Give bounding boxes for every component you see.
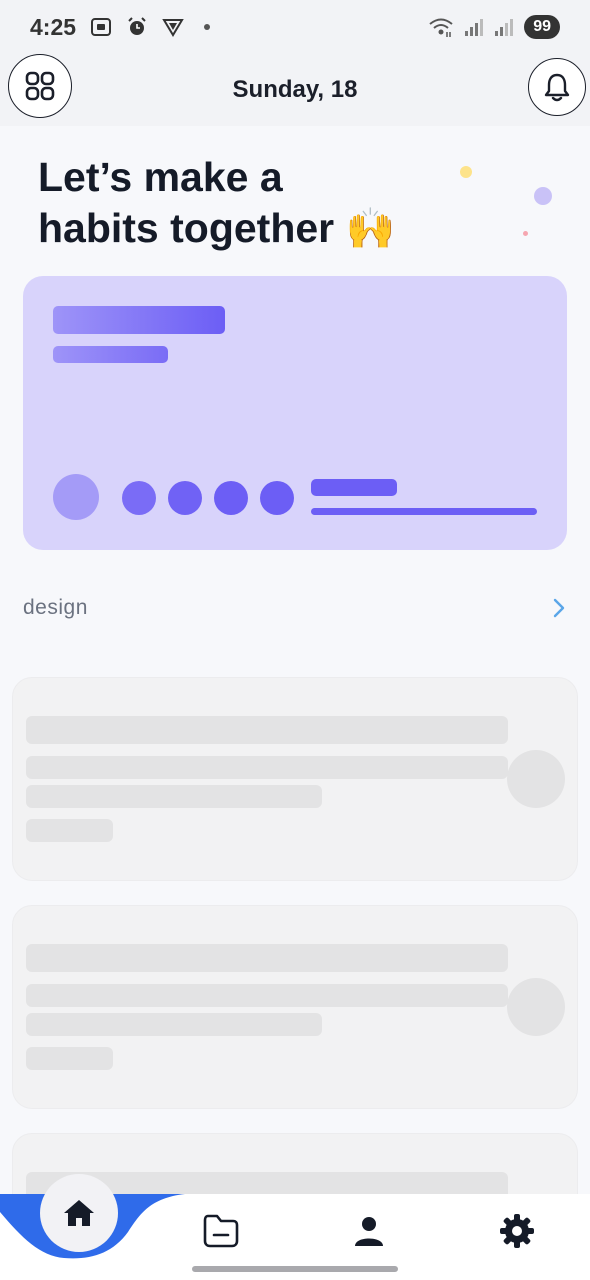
hero-avatar-placeholder	[53, 474, 99, 520]
skeleton-circle	[507, 978, 565, 1036]
gear-icon	[500, 1214, 534, 1248]
menu-button[interactable]	[8, 54, 72, 118]
signal-icon-2	[495, 19, 514, 36]
hero-day-dot	[260, 481, 294, 515]
headline: Let’s make a habits together 🙌	[38, 152, 458, 255]
hero-day-dot	[122, 481, 156, 515]
category-row[interactable]: design	[23, 590, 567, 626]
habit-card-skeleton	[12, 677, 578, 881]
headline-line-1: Let’s make a	[38, 154, 283, 200]
status-right: 99	[428, 15, 560, 39]
nav-home-button[interactable]	[40, 1174, 118, 1252]
hero-subtitle-placeholder	[53, 346, 168, 363]
skeleton-line	[26, 944, 508, 972]
alarm-icon	[128, 17, 146, 35]
grid-icon	[25, 71, 55, 101]
skeleton-line	[26, 756, 508, 779]
featured-habit-card[interactable]	[23, 276, 567, 550]
hero-day-dot	[214, 481, 248, 515]
user-icon	[355, 1217, 383, 1246]
skeleton-circle	[507, 750, 565, 808]
headline-line-2: habits together 🙌	[38, 203, 458, 255]
wifi-icon	[429, 18, 453, 37]
folder-icon	[203, 1214, 239, 1248]
skeleton-line	[26, 785, 322, 808]
notification-dot	[204, 24, 211, 30]
decor-dot-purple	[534, 187, 552, 205]
vpn-icon	[162, 19, 184, 37]
raised-hands-emoji: 🙌	[345, 207, 396, 251]
battery-indicator: 99	[524, 15, 560, 39]
bell-icon	[544, 73, 570, 102]
nav-habits-button[interactable]	[198, 1208, 244, 1254]
nav-settings-button[interactable]	[494, 1208, 540, 1254]
signal-icon	[465, 19, 484, 36]
skeleton-line	[26, 1047, 113, 1070]
decor-dot-yellow	[460, 166, 472, 178]
hero-title-placeholder	[53, 306, 225, 334]
app-header: Sunday, 18	[0, 54, 590, 126]
hero-label-placeholder	[311, 479, 397, 496]
screenshot-icon	[91, 18, 112, 36]
status-bar: 4:25 99	[0, 0, 590, 54]
status-time: 4:25	[30, 13, 77, 40]
skeleton-line	[26, 819, 113, 842]
headline-line-2-text: habits together	[38, 205, 335, 251]
status-left: 4:25	[30, 13, 211, 41]
gesture-handle[interactable]	[192, 1266, 398, 1272]
hero-progress-placeholder	[311, 508, 537, 515]
category-label: design	[23, 596, 88, 619]
chevron-right-icon[interactable]	[551, 597, 567, 619]
habit-card-skeleton	[12, 905, 578, 1109]
notifications-button[interactable]	[528, 58, 586, 116]
skeleton-line	[26, 1013, 322, 1036]
skeleton-line	[26, 984, 508, 1007]
home-icon	[64, 1200, 94, 1226]
hero-day-dot	[168, 481, 202, 515]
skeleton-line	[26, 716, 508, 744]
nav-profile-button[interactable]	[346, 1208, 392, 1254]
decor-dot-pink	[523, 231, 528, 236]
page-title: Sunday, 18	[232, 76, 358, 103]
